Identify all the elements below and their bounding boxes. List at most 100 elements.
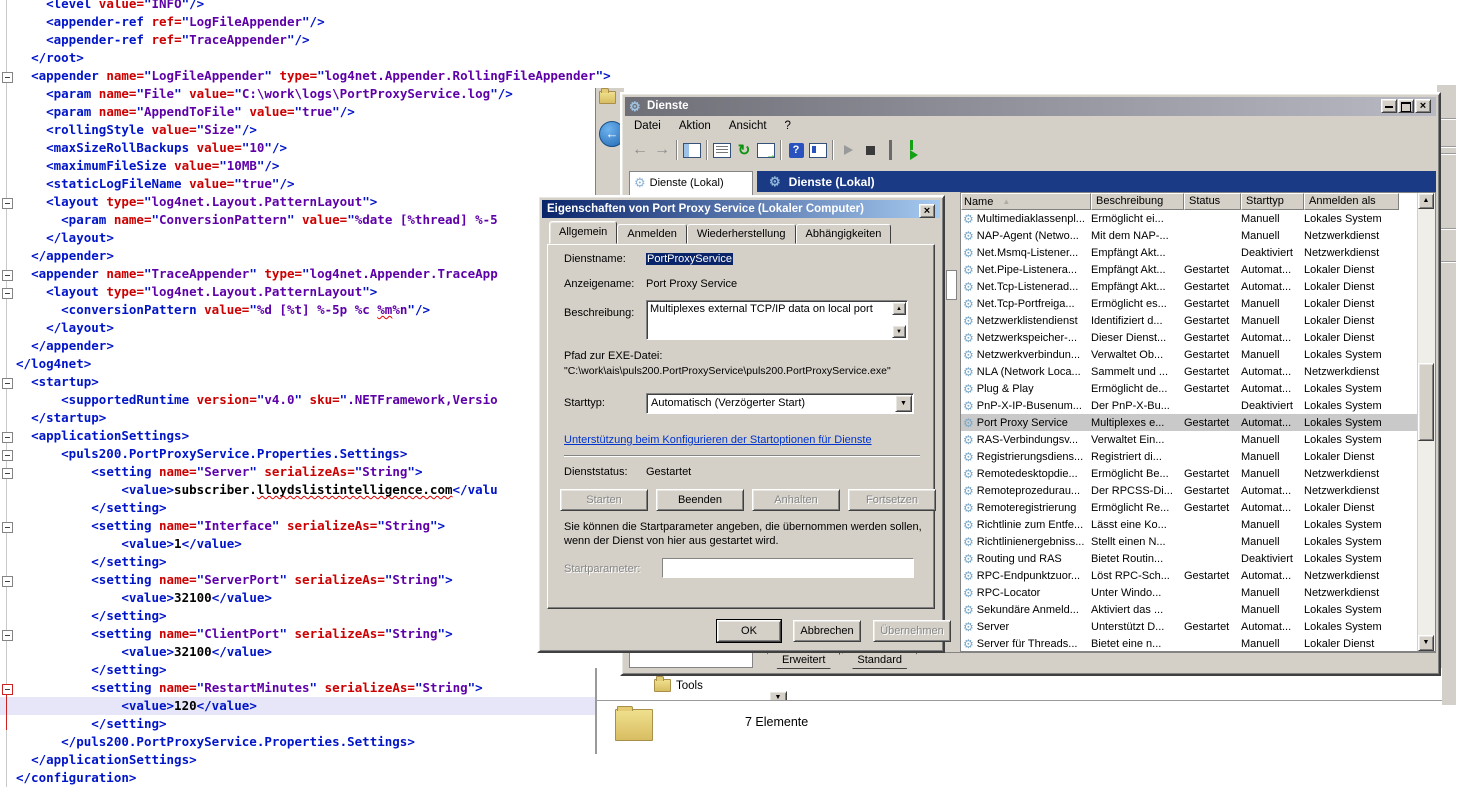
explorer-item[interactable]: Tools bbox=[654, 679, 703, 692]
beschreibung-box[interactable]: Multiplexes external TCP/IP data on loca… bbox=[646, 300, 908, 340]
dialog-close-icon[interactable]: × bbox=[919, 204, 935, 218]
dienstname-value[interactable]: PortProxyService bbox=[646, 253, 733, 265]
editor-code[interactable]: <level value="INFO"/> <appender-ref ref=… bbox=[16, 0, 611, 787]
table-row[interactable]: ⚙Multimediaklassenpl...Ermöglicht ei...M… bbox=[961, 210, 1435, 227]
code-line[interactable]: <appender-ref ref="TraceAppender"/> bbox=[16, 31, 611, 49]
code-line[interactable]: <startup> bbox=[16, 373, 611, 391]
fold-toggle-icon[interactable] bbox=[2, 198, 13, 209]
code-line[interactable]: <param name="File" value="C:\work\logs\P… bbox=[16, 85, 611, 103]
table-row[interactable]: ⚙RPC-LocatorUnter Windo...ManuellNetzwer… bbox=[961, 584, 1435, 601]
table-row[interactable]: ⚙Sekundäre Anmeld...Aktiviert das ...Man… bbox=[961, 601, 1435, 618]
table-row[interactable]: ⚙NAP-Agent (Netwo...Mit dem NAP-...Manue… bbox=[961, 227, 1435, 244]
table-row[interactable]: ⚙Richtlinienergebniss...Stellt einen N..… bbox=[961, 533, 1435, 550]
code-line[interactable]: <staticLogFileName value="true"/> bbox=[16, 175, 611, 193]
table-row[interactable]: ⚙Net.Tcp-Portfreiga...Ermöglicht es...Ge… bbox=[961, 295, 1435, 312]
code-line[interactable]: <param name="AppendToFile" value="true"/… bbox=[16, 103, 611, 121]
menu-item-aktion[interactable]: Aktion bbox=[670, 118, 720, 134]
startparameter-input[interactable] bbox=[662, 558, 914, 578]
startoptions-link[interactable]: Unterstützung beim Konfigurieren der Sta… bbox=[564, 434, 872, 446]
menu-item-ansicht[interactable]: Ansicht bbox=[720, 118, 776, 134]
code-line[interactable]: <appender name="TraceAppender" type="log… bbox=[16, 265, 611, 283]
code-line[interactable]: <param name="ConversionPattern" value="%… bbox=[16, 211, 611, 229]
services-table-scrollbar[interactable]: ▲ ▼ bbox=[1417, 193, 1435, 651]
code-line[interactable]: <supportedRuntime version="v4.0" sku=".N… bbox=[16, 391, 611, 409]
fold-toggle-icon[interactable] bbox=[2, 576, 13, 587]
table-row[interactable]: ⚙RPC-Endpunktzuor...Löst RPC-Sch...Gesta… bbox=[961, 567, 1435, 584]
table-row[interactable]: ⚙Remotedesktopdie...Ermöglicht Be...Gest… bbox=[961, 465, 1435, 482]
table-row[interactable]: ⚙ServerUnterstützt D...GestartetAutomat.… bbox=[961, 618, 1435, 635]
code-line[interactable]: </appender> bbox=[16, 337, 611, 355]
table-row[interactable]: ⚙Plug & PlayErmöglicht de...GestartetAut… bbox=[961, 380, 1435, 397]
column-header-name[interactable]: Name▲ bbox=[961, 193, 1091, 210]
code-line[interactable]: <appender-ref ref="LogFileAppender"/> bbox=[16, 13, 611, 31]
ok-button[interactable]: OK bbox=[717, 620, 781, 642]
desc-scroll-down-icon[interactable]: ▼ bbox=[892, 325, 906, 338]
code-line[interactable]: <setting name="Server" serializeAs="Stri… bbox=[16, 463, 611, 481]
menu-item-help[interactable]: ? bbox=[776, 118, 800, 134]
dialog-tab-anmelden[interactable]: Anmelden bbox=[617, 224, 687, 244]
desc-scroll-up-icon[interactable]: ▲ bbox=[892, 302, 906, 315]
table-row[interactable]: ⚙Net.Tcp-Listenerad...Empfängt Akt...Ges… bbox=[961, 278, 1435, 295]
code-line[interactable]: <appender name="LogFileAppender" type="l… bbox=[16, 67, 611, 85]
code-line[interactable]: <value>subscriber.lloydslistintelligence… bbox=[16, 481, 611, 499]
toolbar-window-list-icon[interactable] bbox=[807, 139, 829, 161]
fold-toggle-icon[interactable] bbox=[2, 288, 13, 299]
fold-toggle-icon[interactable] bbox=[2, 378, 13, 389]
beenden-button[interactable]: Beenden bbox=[656, 489, 744, 511]
code-line[interactable]: </layout> bbox=[16, 229, 611, 247]
column-header-beschreibung[interactable]: Beschreibung bbox=[1091, 193, 1184, 210]
code-line[interactable]: </appender> bbox=[16, 247, 611, 265]
code-line[interactable]: </log4net> bbox=[16, 355, 611, 373]
column-header-starttyp[interactable]: Starttyp bbox=[1241, 193, 1304, 210]
scroll-up-icon[interactable]: ▲ bbox=[1418, 193, 1434, 209]
dialog-tab-allgemein[interactable]: Allgemein bbox=[549, 221, 617, 244]
toolbar-restart-service-icon[interactable] bbox=[903, 139, 925, 161]
toolbar-forward-icon[interactable]: → bbox=[651, 139, 673, 161]
code-line[interactable]: </root> bbox=[16, 49, 611, 67]
scrollbar-thumb[interactable] bbox=[1418, 363, 1434, 441]
chevron-down-icon[interactable]: ▼ bbox=[895, 395, 912, 412]
toolbar-pause-service-icon[interactable] bbox=[881, 139, 903, 161]
toolbar-start-service-icon[interactable] bbox=[837, 139, 859, 161]
table-row[interactable]: ⚙Registrierungsdiens...Registriert di...… bbox=[961, 448, 1435, 465]
fold-toggle-icon[interactable] bbox=[2, 450, 13, 461]
code-line[interactable]: <maxSizeRollBackups value="10"/> bbox=[16, 139, 611, 157]
toolbar-stop-service-icon[interactable] bbox=[859, 139, 881, 161]
dialog-tab-abhängigkeiten[interactable]: Abhängigkeiten bbox=[796, 224, 892, 244]
starttyp-combobox[interactable]: Automatisch (Verzögerter Start) ▼ bbox=[646, 393, 914, 414]
code-line[interactable]: <setting name="RestartMinutes" serialize… bbox=[16, 679, 611, 697]
toolbar-back-icon[interactable]: ← bbox=[629, 139, 651, 161]
toolbar-show-tree-icon[interactable] bbox=[681, 139, 703, 161]
dialog-titlebar[interactable]: Eigenschaften von Port Proxy Service (Lo… bbox=[542, 200, 940, 218]
toolbar-refresh-icon[interactable]: ↻ bbox=[733, 139, 755, 161]
table-row[interactable]: ⚙Port Proxy ServiceMultiplexes e...Gesta… bbox=[961, 414, 1435, 431]
dialog-tab-wiederherstellung[interactable]: Wiederherstellung bbox=[687, 224, 796, 244]
table-row[interactable]: ⚙NLA (Network Loca...Sammelt und ...Gest… bbox=[961, 363, 1435, 380]
view-tab-standard[interactable]: Standard bbox=[842, 653, 917, 669]
table-row[interactable]: ⚙Netzwerkspeicher-...Dieser Dienst...Ges… bbox=[961, 329, 1435, 346]
code-line[interactable]: <value>1</value> bbox=[16, 535, 611, 553]
toolbar-help-icon[interactable]: ? bbox=[785, 139, 807, 161]
code-line[interactable]: <value>32100</value> bbox=[16, 589, 611, 607]
fold-toggle-icon[interactable] bbox=[2, 522, 13, 533]
code-line[interactable]: <value>120</value> bbox=[16, 697, 611, 715]
table-row[interactable]: ⚙RAS-Verbindungsv...Verwaltet Ein...Manu… bbox=[961, 431, 1435, 448]
fold-toggle-icon[interactable] bbox=[2, 432, 13, 443]
code-line[interactable]: </startup> bbox=[16, 409, 611, 427]
code-line[interactable]: <applicationSettings> bbox=[16, 427, 611, 445]
table-row[interactable]: ⚙Remoteprozedurau...Der RPCSS-Di...Gesta… bbox=[961, 482, 1435, 499]
column-header-anmelden-als[interactable]: Anmelden als bbox=[1304, 193, 1399, 210]
code-line[interactable]: <puls200.PortProxyService.Properties.Set… bbox=[16, 445, 611, 463]
code-line[interactable]: </puls200.PortProxyService.Properties.Se… bbox=[16, 733, 611, 751]
fold-toggle-icon[interactable] bbox=[2, 630, 13, 641]
scroll-down-icon[interactable]: ▼ bbox=[1418, 635, 1434, 651]
table-row[interactable]: ⚙Netzwerkverbindun...Verwaltet Ob...Gest… bbox=[961, 346, 1435, 363]
table-row[interactable]: ⚙Richtlinie zum Entfe...Lässt eine Ko...… bbox=[961, 516, 1435, 533]
code-line[interactable]: <setting name="ClientPort" serializeAs="… bbox=[16, 625, 611, 643]
minimize-button[interactable] bbox=[1381, 99, 1397, 113]
code-line[interactable]: </configuration> bbox=[16, 769, 611, 787]
tree-node-dienste-lokal[interactable]: ⚙ Dienste (Lokal) bbox=[630, 172, 752, 194]
code-line[interactable]: <maximumFileSize value="10MB"/> bbox=[16, 157, 611, 175]
code-line[interactable]: <layout type="log4net.Layout.PatternLayo… bbox=[16, 283, 611, 301]
abbrechen-button[interactable]: Abbrechen bbox=[793, 620, 861, 642]
